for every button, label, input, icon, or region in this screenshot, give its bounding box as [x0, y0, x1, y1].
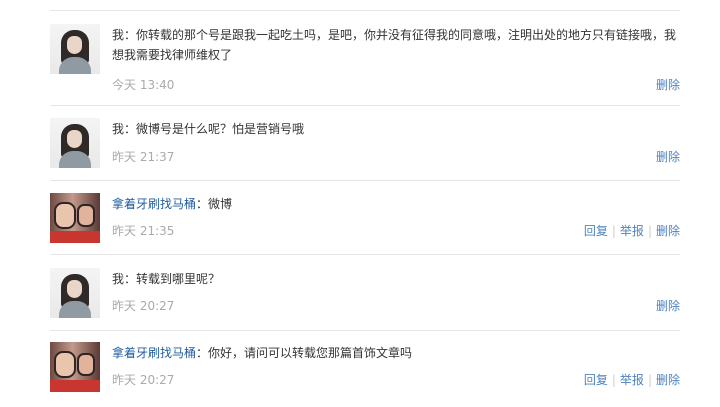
- comment-content: 转载到哪里呢？: [136, 272, 221, 286]
- delete-link[interactable]: 删除: [656, 299, 680, 313]
- comment-text: 拿着牙刷找马桶：微博: [112, 194, 680, 214]
- reply-link[interactable]: 回复: [584, 224, 608, 238]
- comment-author: 我: [112, 122, 125, 136]
- action-divider: |: [611, 224, 616, 238]
- comment-time: 今天 13:40: [112, 78, 175, 92]
- avatar-bar: [50, 380, 100, 392]
- report-link[interactable]: 举报: [620, 373, 644, 387]
- author-separator: ：: [124, 122, 137, 136]
- comment-time: 昨天 21:35: [112, 224, 175, 238]
- author-separator: ：: [124, 272, 137, 286]
- comment-divider: [50, 105, 680, 106]
- comment-item: 我：转载到哪里呢？ 昨天 20:27 删除: [50, 268, 680, 331]
- avatar-face: [67, 36, 82, 54]
- action-divider: |: [647, 224, 652, 238]
- comment-actions: 删除: [656, 148, 680, 165]
- avatar[interactable]: [50, 193, 100, 243]
- comment-text: 我：微博号是什么呢？怕是营销号哦: [112, 119, 680, 139]
- avatar-coat: [59, 151, 91, 168]
- comment-text: 拿着牙刷找马桶：你好，请问可以转载您那篇首饰文章吗: [112, 343, 680, 363]
- action-divider: |: [611, 373, 616, 387]
- avatar-bar: [50, 231, 100, 243]
- report-link[interactable]: 举报: [620, 224, 644, 238]
- comment-list: 我：你转载的那个号是跟我一起吃土吗，是吧，你并没有征得我的同意哦，注明出处的地方…: [0, 0, 720, 407]
- comment-item: 我：微博号是什么呢？怕是营销号哦 昨天 21:37 删除: [50, 118, 680, 181]
- author-separator: ：: [124, 28, 137, 42]
- author-separator: ：: [196, 197, 209, 211]
- comment-divider: [50, 254, 680, 255]
- comment-content: 你好，请问可以转载您那篇首饰文章吗: [208, 346, 413, 360]
- comment-content: 微博号是什么呢？怕是营销号哦: [136, 122, 305, 136]
- delete-link[interactable]: 删除: [656, 78, 680, 92]
- avatar-face: [54, 351, 76, 378]
- avatar-face: [77, 353, 95, 376]
- comment-text: 我：你转载的那个号是跟我一起吃土吗，是吧，你并没有征得我的同意哦，注明出处的地方…: [112, 25, 680, 65]
- avatar-coat: [59, 301, 91, 318]
- avatar-face: [67, 280, 82, 298]
- comment-time: 昨天 20:27: [112, 299, 175, 313]
- comment-actions: 回复 | 举报 | 删除: [584, 222, 680, 239]
- reply-link[interactable]: 回复: [584, 373, 608, 387]
- comment-author-link[interactable]: 拿着牙刷找马桶: [112, 197, 196, 211]
- comment-content: 你转载的那个号是跟我一起吃土吗，是吧，你并没有征得我的同意哦，注明出处的地方只有…: [112, 28, 677, 62]
- delete-link[interactable]: 删除: [656, 373, 680, 387]
- comment-actions: 回复 | 举报 | 删除: [584, 371, 680, 388]
- avatar-face: [77, 204, 95, 227]
- delete-link[interactable]: 删除: [656, 150, 680, 164]
- comment-item: 拿着牙刷找马桶：你好，请问可以转载您那篇首饰文章吗 昨天 20:27 回复 | 举报…: [50, 342, 680, 402]
- comment-author: 我: [112, 272, 125, 286]
- comment-item: 我：你转载的那个号是跟我一起吃土吗，是吧，你并没有征得我的同意哦，注明出处的地方…: [50, 24, 680, 106]
- comment-divider: [50, 180, 680, 181]
- comment-item: 拿着牙刷找马桶：微博 昨天 21:35 回复 | 举报 | 删除: [50, 193, 680, 255]
- comment-divider: [50, 330, 680, 331]
- author-separator: ：: [196, 346, 209, 360]
- comment-text: 我：转载到哪里呢？: [112, 269, 680, 289]
- avatar-coat: [59, 57, 91, 74]
- avatar-face: [54, 202, 76, 229]
- avatar[interactable]: [50, 268, 100, 318]
- avatar-face: [67, 130, 82, 148]
- delete-link[interactable]: 删除: [656, 224, 680, 238]
- comment-time: 昨天 20:27: [112, 373, 175, 387]
- action-divider: |: [647, 373, 652, 387]
- avatar[interactable]: [50, 342, 100, 392]
- comment-author: 我: [112, 28, 125, 42]
- comment-actions: 删除: [656, 76, 680, 93]
- comment-content: 微博: [208, 197, 233, 211]
- comment-actions: 删除: [656, 297, 680, 314]
- avatar[interactable]: [50, 118, 100, 168]
- comment-time: 昨天 21:37: [112, 150, 175, 164]
- avatar[interactable]: [50, 24, 100, 74]
- comment-author-link[interactable]: 拿着牙刷找马桶: [112, 346, 196, 360]
